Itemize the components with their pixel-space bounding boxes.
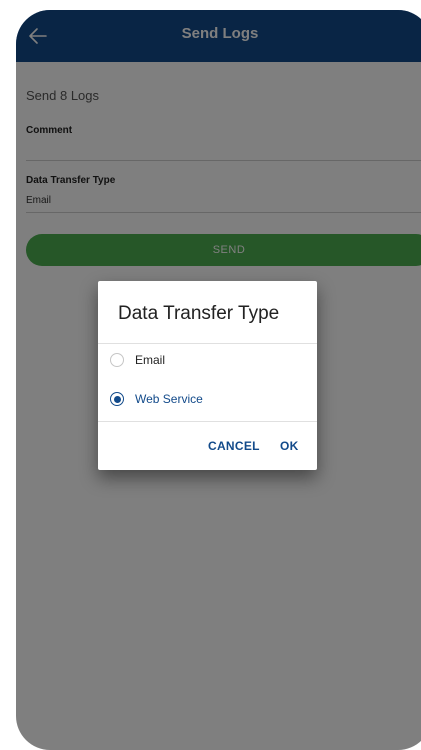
dialog-title: Data Transfer Type <box>118 303 280 324</box>
radio-checked-icon[interactable] <box>110 392 124 406</box>
option-label: Web Service <box>135 392 203 406</box>
option-email[interactable]: Email <box>98 342 317 380</box>
dialog-divider <box>98 421 317 422</box>
ok-button[interactable]: OK <box>280 439 299 453</box>
option-web-service[interactable]: Web Service <box>98 381 317 419</box>
cancel-button[interactable]: CANCEL <box>208 439 260 453</box>
transfer-type-dialog: Data Transfer Type Email Web Service CAN… <box>98 281 317 470</box>
option-label: Email <box>135 353 166 367</box>
radio-unchecked-icon[interactable] <box>110 353 124 367</box>
